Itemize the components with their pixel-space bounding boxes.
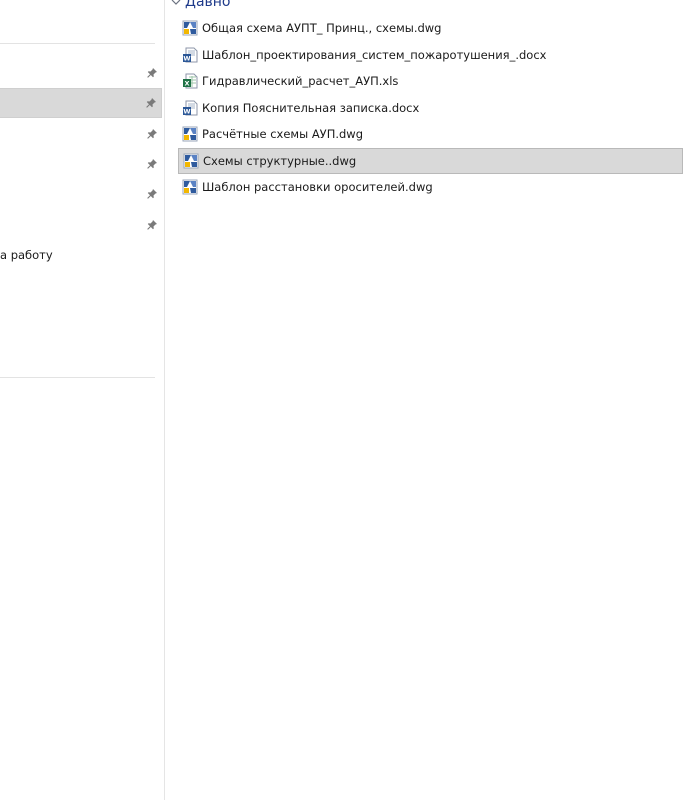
pin-icon[interactable]	[146, 219, 158, 231]
file-row-dwg[interactable]: Шаблон расстановки оросителей.dwg	[178, 174, 683, 201]
file-row-dwg[interactable]: Схемы структурные..dwg	[178, 147, 683, 174]
svg-text:W: W	[183, 107, 190, 115]
nav-divider	[0, 43, 155, 44]
word-document-icon: W	[182, 47, 198, 63]
file-list-pane: Давно Общая схема АУПТ_ Принц., схемы.dw…	[165, 0, 683, 800]
file-row-dwg[interactable]: Расчётные схемы АУП.dwg	[178, 121, 683, 148]
autocad-dwg-icon	[182, 179, 198, 195]
file-row-dwg[interactable]: Общая схема АУПТ_ Принц., схемы.dwg	[178, 15, 683, 42]
group-header-label: Давно	[185, 0, 231, 10]
file-name: Шаблон_проектирования_систем_пожаротушен…	[202, 47, 547, 62]
file-name: Расчётные схемы АУП.dwg	[202, 127, 363, 142]
pin-icon[interactable]	[145, 97, 157, 109]
pin-icon[interactable]	[146, 128, 158, 140]
autocad-dwg-icon	[182, 20, 198, 36]
pin-icon[interactable]	[146, 67, 158, 79]
group-header-long-ago[interactable]: Давно	[171, 0, 231, 10]
svg-text:W: W	[183, 54, 190, 62]
file-name: Шаблон расстановки оросителей.dwg	[202, 180, 433, 195]
file-name: Общая схема АУПТ_ Принц., схемы.dwg	[202, 21, 442, 36]
pin-icon[interactable]	[146, 188, 158, 200]
nav-divider	[0, 377, 155, 378]
autocad-dwg-icon	[182, 126, 198, 142]
file-name: Схемы структурные..dwg	[203, 153, 357, 168]
chevron-down-icon[interactable]	[171, 0, 181, 7]
navigation-pane: а работу	[0, 0, 164, 800]
file-name: Копия Пояснительная записка.docx	[202, 100, 420, 115]
pin-icon[interactable]	[146, 158, 158, 170]
quick-access-item-1[interactable]	[0, 58, 162, 88]
word-document-icon: W	[182, 100, 198, 116]
autocad-dwg-icon	[183, 153, 199, 169]
file-name: Гидравлический_расчет_АУП.xls	[202, 74, 399, 89]
quick-access-item-label[interactable]: а работу	[0, 248, 53, 262]
svg-text:X: X	[184, 80, 189, 88]
file-row-xls[interactable]: X Гидравлический_расчет_АУП.xls	[178, 68, 683, 95]
quick-access-item-2[interactable]	[0, 88, 162, 118]
quick-access-item-4[interactable]	[0, 149, 162, 179]
recent-files-list: Общая схема АУПТ_ Принц., схемы.dwg W Шабл…	[178, 15, 683, 201]
quick-access-item-6[interactable]	[0, 210, 162, 240]
file-row-docx[interactable]: W Шаблон_проектирования_систем_пожаротуше…	[178, 42, 683, 69]
file-explorer-window: а работу Давно Общая схема АУПТ_ Принц.,…	[0, 0, 683, 800]
file-row-docx[interactable]: W Копия Пояснительная записка.docx	[178, 95, 683, 122]
quick-access-item-5[interactable]	[0, 179, 162, 209]
excel-spreadsheet-icon: X	[182, 73, 198, 89]
quick-access-item-3[interactable]	[0, 119, 162, 149]
